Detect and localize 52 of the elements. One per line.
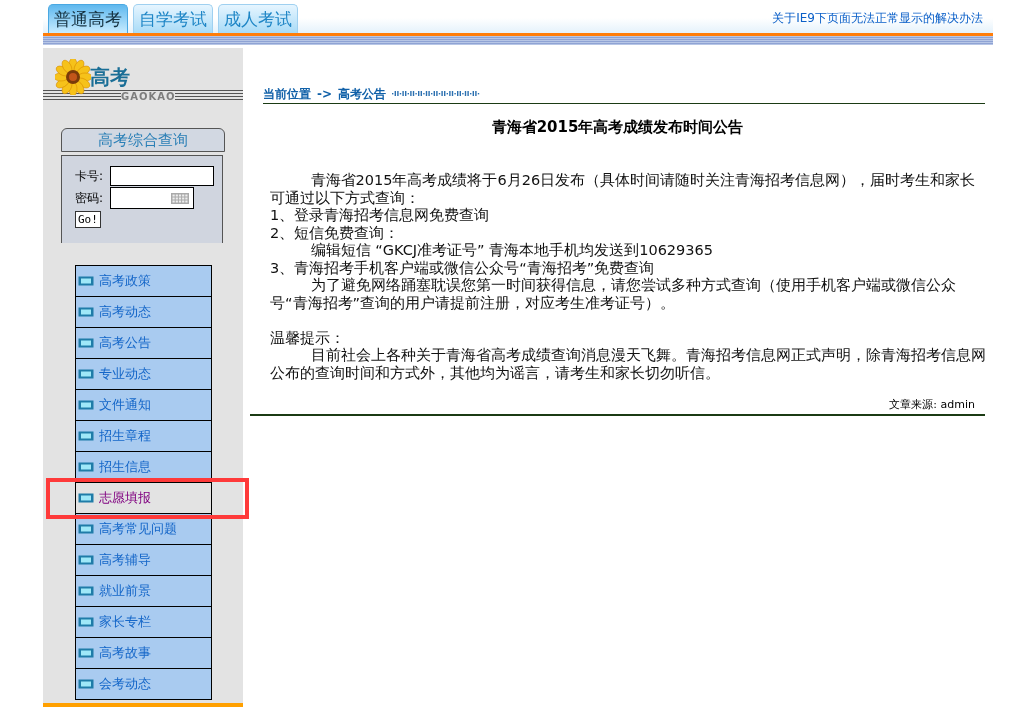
bullet-icon [78,586,94,596]
sidebar-item[interactable]: 高考故事 [76,638,211,669]
article-paragraph: 1、登录青海招考信息网免费查询 [270,207,491,225]
bullet-icon [78,462,94,472]
bullet-icon [78,493,94,503]
bullet-icon [78,648,94,658]
nav-tab[interactable]: 普通高考 [48,4,128,33]
article-source: 文章来源: admin [888,397,975,412]
bullet-icon [78,555,94,565]
card-label: 卡号: [75,167,105,185]
sidebar-item[interactable]: 专业动态 [76,359,211,390]
logo-subtitle: GAOKAO [121,91,176,102]
sidebar-item[interactable]: 高考政策 [76,266,211,297]
article-paragraph: 3、青海招考手机客户端或微信公众号“青海招考”免费查询 [270,259,656,277]
bullet-icon [78,524,94,534]
sidebar-item[interactable]: 高考动态 [76,297,211,328]
bullet-icon [78,276,94,286]
bullet-icon [78,679,94,689]
article-paragraph: 为了避免网络踊塞耽误您第一时间获得信息，请您尝试多种方式查询（使用手机客户端或微信公众号“青海招考”查询的用户请提前注册，对应考生准考证号）。 [270,277,957,312]
article-title: 青海省2015年高考成绩发布时间公告 [490,118,745,137]
article-paragraph: 目前社会上各种关于青海省高考成绩查询消息漫天飞舞。青海招考信息网正式声明，除青海招考信息网公布的查询时间和方式外，其他均为谣言，请考生和家长切勿听信。 [270,347,986,382]
bullet-icon [78,431,94,441]
breadcrumb-label: 当前位置 [263,85,311,103]
go-button[interactable]: Go! [75,211,101,228]
password-field[interactable] [110,187,194,209]
sidebar-item[interactable]: 家长专栏 [76,607,211,638]
sidebar-item[interactable]: 高考辅导 [76,545,211,576]
nav-tab[interactable]: 成人考试 [218,4,298,33]
sidebar-item[interactable]: 就业前景 [76,576,211,607]
logo-title: 高考 [90,65,130,89]
card-field[interactable] [110,166,214,186]
bullet-icon [78,338,94,348]
password-label: 密码: [75,189,105,207]
article-paragraph: 2、短信免费查询： [270,224,401,242]
bullet-icon [78,400,94,410]
breadcrumb-separator: -> [317,87,333,101]
bullet-icon [78,617,94,627]
nav-tab[interactable]: 自学考试 [133,4,213,33]
dots-decoration-icon [392,90,481,98]
bullet-icon [78,307,94,317]
bullet-icon [78,369,94,379]
query-panel-title: 高考综合查询 [61,128,225,152]
article-paragraph: 青海省2015年高考成绩将于6月26日发布（具体时间请随时关注青海招考信息网），届时考生和家长可通过以下方式查询： [270,172,977,207]
breadcrumb-link[interactable]: 高考公告 [338,85,387,103]
sidebar-item[interactable]: 会考动态 [76,669,211,700]
sidebar-item[interactable]: 招生章程 [76,421,211,452]
sunflower-icon [55,59,91,95]
help-link[interactable]: 关于IE9下页面无法正常显示的解决办法 [772,10,983,27]
article-paragraph: 编辑短信 “GKCJ准考证号” 青海本地手机均发送到10629365 [309,242,714,260]
sidebar-item[interactable]: 文件通知 [76,390,211,421]
article-paragraph: 温馨提示： [270,329,346,347]
sidebar-item[interactable]: 高考公告 [76,328,211,359]
